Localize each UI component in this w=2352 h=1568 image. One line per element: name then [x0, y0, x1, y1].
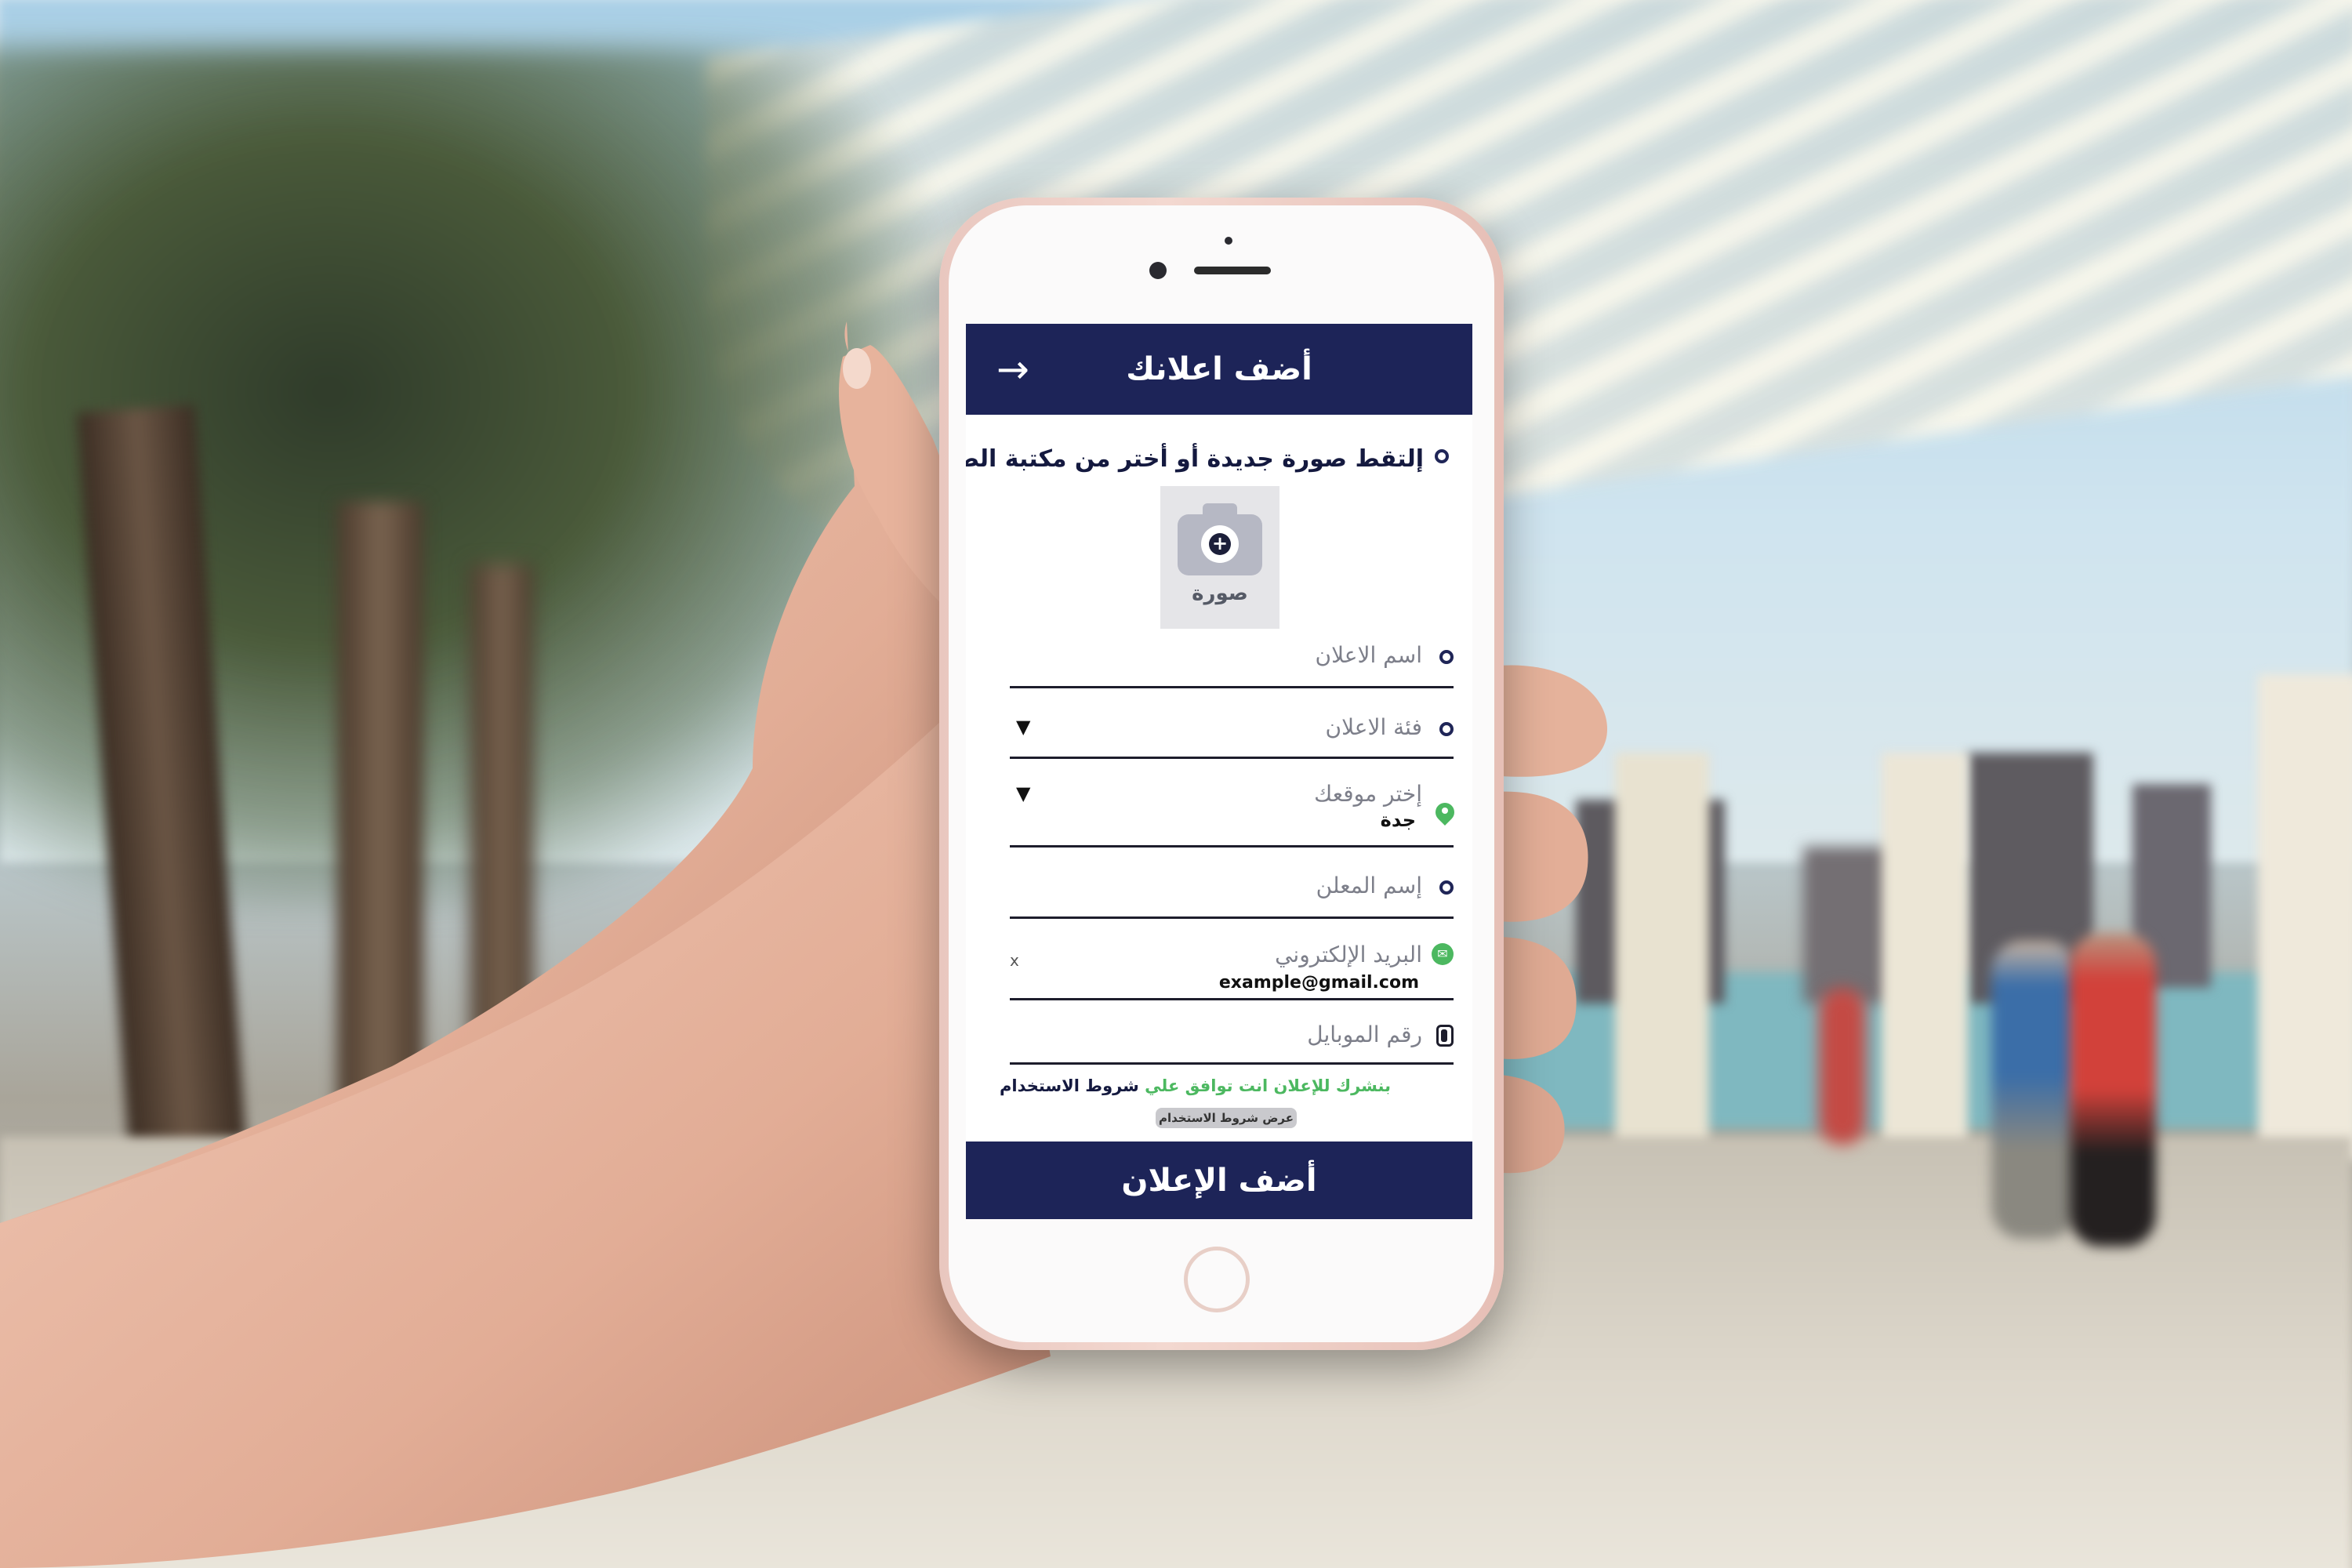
home-button[interactable] [1184, 1247, 1250, 1312]
arrow-right-icon[interactable]: → [989, 346, 1036, 393]
ad-name-field[interactable]: اسم الاعلان [1010, 637, 1454, 688]
submit-label: أضف الإعلان [1121, 1162, 1317, 1199]
radio-bullet-icon [1439, 722, 1454, 736]
location-pin-icon [1432, 799, 1458, 826]
radio-bullet-icon [1439, 880, 1454, 895]
ad-category-select[interactable]: فئة الاعلان ▼ [1010, 708, 1454, 759]
photo-instruction: إلتقط صورة جديدة أو أختر من مكتبة الصور [966, 445, 1424, 473]
mobile-placeholder: رقم الموبايل [1307, 1022, 1422, 1047]
app-screen: أضف اعلانك → إلتقط صورة جديدة أو أختر من… [966, 324, 1472, 1219]
phone-icon [1436, 1025, 1454, 1047]
chevron-down-icon: ▼ [1016, 716, 1031, 738]
clear-icon[interactable]: x [1010, 951, 1019, 970]
mail-icon: ✉ [1432, 943, 1454, 965]
location-select[interactable]: إختر موقعك جدة ▼ [1010, 775, 1458, 848]
radio-bullet-icon [1439, 650, 1454, 664]
add-photo-button[interactable]: + صورة [1160, 486, 1279, 629]
submit-ad-button[interactable]: أضف الإعلان [966, 1142, 1472, 1219]
ad-name-placeholder: اسم الاعلان [1315, 642, 1423, 668]
view-terms-button[interactable]: عرض شروط الاستخدام [1156, 1108, 1297, 1128]
terms-notice: بنشرك للإعلان انت توافق علي شروط الاستخد… [1000, 1076, 1391, 1095]
email-field[interactable]: ✉ البريد الإلكتروني example@gmail.com x [1010, 935, 1454, 1000]
terms-agree-text: بنشرك للإعلان انت توافق علي [1145, 1076, 1391, 1095]
location-value: جدة [1380, 809, 1416, 831]
proximity-sensor [1225, 237, 1232, 245]
mobile-number-field[interactable]: رقم الموبايل [1010, 1015, 1454, 1065]
page-title: أضف اعلانك [1126, 351, 1312, 387]
chevron-down-icon: ▼ [1016, 782, 1031, 804]
camera-plus-icon: + [1178, 503, 1262, 575]
advertiser-placeholder: إسم المعلن [1316, 873, 1422, 898]
add-photo-label: صورة [1192, 582, 1248, 605]
email-placeholder: البريد الإلكتروني [1275, 942, 1422, 967]
location-placeholder: إختر موقعك [1314, 781, 1422, 807]
advertiser-name-field[interactable]: إسم المعلن [1010, 866, 1454, 919]
earpiece-speaker [1194, 267, 1271, 274]
terms-link[interactable]: شروط الاستخدام [1000, 1076, 1139, 1095]
front-camera [1149, 262, 1167, 279]
category-placeholder: فئة الاعلان [1325, 714, 1422, 740]
header-bar: أضف اعلانك → [966, 324, 1472, 415]
email-value: example@gmail.com [1218, 973, 1419, 993]
radio-bullet-icon [1435, 449, 1449, 463]
